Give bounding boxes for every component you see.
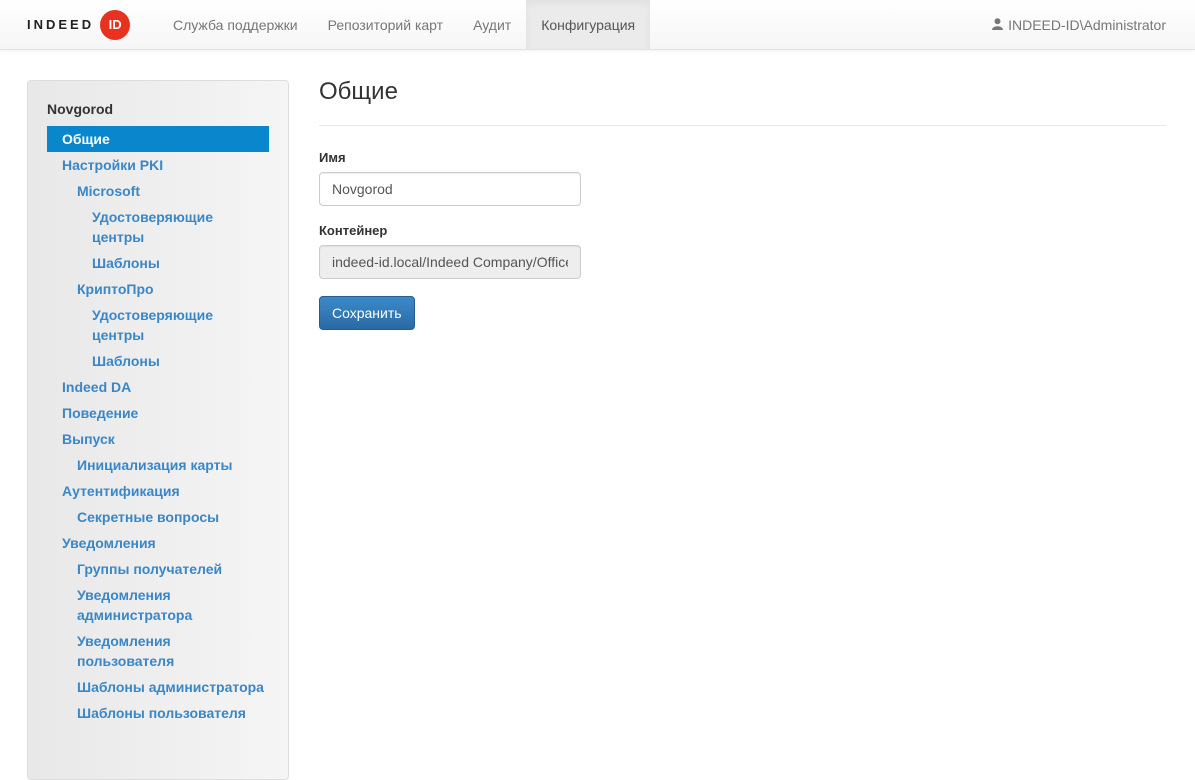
sidebar-item[interactable]: Инициализация карты xyxy=(47,452,269,478)
tab-support[interactable]: Служба поддержки xyxy=(158,0,313,49)
sidebar-item[interactable]: Секретные вопросы xyxy=(47,504,269,530)
sidebar-item[interactable]: КриптоПро xyxy=(47,276,269,302)
sidebar-item[interactable]: Indeed DA xyxy=(47,374,269,400)
logo-text: INDEED xyxy=(27,17,95,32)
logo[interactable]: INDEED ID xyxy=(0,0,158,49)
save-button[interactable]: Сохранить xyxy=(319,296,415,330)
sidebar-item[interactable]: Уведомления xyxy=(47,530,269,556)
name-input[interactable] xyxy=(319,172,581,206)
sidebar: Novgorod Общие Настройки PKI Microsoft Удос… xyxy=(27,80,289,780)
sidebar-item[interactable]: Аутентификация xyxy=(47,478,269,504)
tab-card-repository[interactable]: Репозиторий карт xyxy=(313,0,458,49)
sidebar-item[interactable]: Выпуск xyxy=(47,426,269,452)
sidebar-item[interactable]: Уведомления пользователя xyxy=(47,628,269,674)
sidebar-title: Novgorod xyxy=(47,101,114,117)
sidebar-item[interactable]: Уведомления администратора xyxy=(47,582,269,628)
sidebar-item[interactable]: Шаблоны администратора xyxy=(47,674,269,700)
tab-configuration[interactable]: Конфигурация xyxy=(526,0,651,49)
user-icon xyxy=(992,17,1004,33)
name-label: Имя xyxy=(319,150,346,165)
container-label: Контейнер xyxy=(319,223,388,238)
sidebar-item[interactable]: Удостоверяющие центры xyxy=(47,204,269,250)
sidebar-item[interactable]: Общие xyxy=(47,126,269,152)
sidebar-item[interactable]: Шаблоны пользователя xyxy=(47,700,269,726)
logo-badge: ID xyxy=(100,9,131,40)
sidebar-item[interactable]: Microsoft xyxy=(47,178,269,204)
sidebar-item[interactable]: Настройки PKI xyxy=(47,152,269,178)
container-input[interactable] xyxy=(319,245,581,279)
sidebar-item[interactable]: Группы получателей xyxy=(47,556,269,582)
page-title: Общие xyxy=(319,78,1166,126)
user-menu[interactable]: INDEED-ID\Administrator xyxy=(992,0,1166,50)
user-name: INDEED-ID\Administrator xyxy=(1008,17,1166,33)
sidebar-item[interactable]: Удостоверяющие центры xyxy=(47,302,269,348)
top-navbar: INDEED ID Служба поддержки Репозиторий к… xyxy=(0,0,1195,50)
sidebar-item[interactable]: Поведение xyxy=(47,400,269,426)
tab-audit[interactable]: Аудит xyxy=(458,0,526,49)
main-content: Общие Имя Контейнер Сохранить xyxy=(319,78,1166,330)
sidebar-item[interactable]: Шаблоны xyxy=(47,348,269,374)
sidebar-item[interactable]: Шаблоны xyxy=(47,250,269,276)
